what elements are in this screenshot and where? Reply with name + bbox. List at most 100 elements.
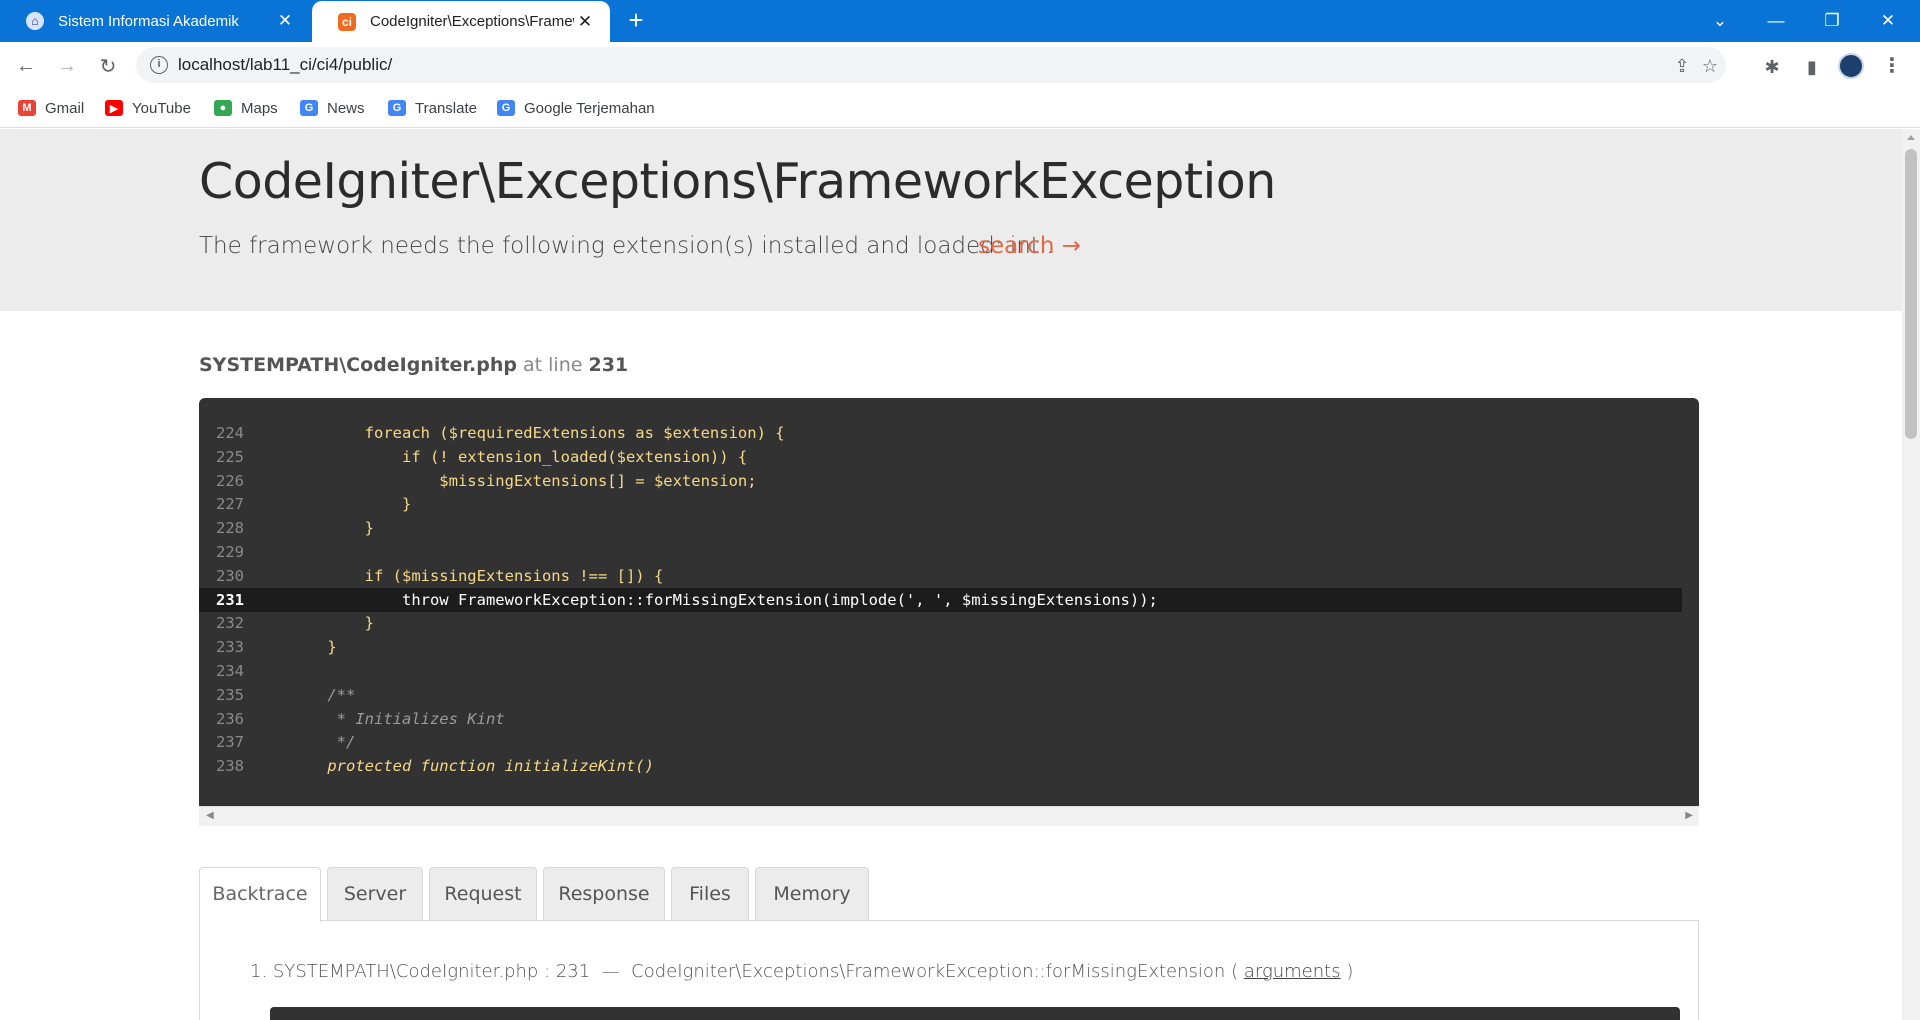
bookmark-label: YouTube [132,99,191,117]
backtrace-item: 1. SYSTEMPATH\CodeIgniter.php : 231 — Co… [250,961,1353,982]
line-number: 232 [216,614,244,633]
scroll-up-icon[interactable] [1907,135,1915,140]
trace-function: CodeIgniter\Exceptions\FrameworkExceptio… [631,961,1226,982]
bookmark-gmail[interactable]: M Gmail [18,96,84,120]
code-text: } [290,495,412,514]
code-text: } [290,638,337,657]
code-line: 230 if ($missingExtensions !== []) { [199,564,1682,588]
bookmark-translate[interactable]: G Translate [388,96,477,120]
translate-icon: G [388,100,406,116]
line-number: 233 [216,638,244,657]
maps-icon: ● [214,100,232,116]
code-text: /** [290,685,356,704]
close-tab-icon[interactable]: ✕ [574,11,596,33]
source-location: SYSTEMPATH\CodeIgniter.php at line 231 [199,354,628,376]
code-line: 237 */ [199,730,1682,754]
line-number: 231 [216,590,244,609]
window-close-icon[interactable]: ✕ [1860,0,1916,42]
search-link[interactable]: search → [978,233,1081,259]
line-number: 236 [216,709,244,728]
line-number: 238 [216,757,244,776]
codeigniter-icon: ci [338,12,356,31]
share-icon[interactable]: ⇪ [1670,54,1694,78]
line-number: 229 [216,543,244,561]
bookmark-label: Translate [415,99,477,117]
code-line: 235 /** [199,683,1682,707]
address-bar[interactable]: i localhost/lab11_ci/ci4/public/ ⇪ ☆ [136,47,1726,83]
error-message: The framework needs the following extens… [199,233,1054,259]
gmail-icon: M [18,100,36,116]
close-tab-icon[interactable]: ✕ [274,10,296,32]
trace-code-block [270,1007,1680,1020]
university-icon: ⌂ [26,12,44,30]
error-header: CodeIgniter\Exceptions\FrameworkExceptio… [0,129,1902,311]
code-line: 234 [199,659,1682,683]
news-icon: G [300,100,318,116]
bookmark-google-terjemahan[interactable]: G Google Terjemahan [497,96,655,120]
line-number: 224 [216,424,244,442]
trace-close-paren: ) [1346,961,1354,982]
bookmark-label: News [327,99,365,117]
bookmark-news[interactable]: G News [300,96,365,120]
tab-request[interactable]: Request [429,867,537,921]
restore-icon[interactable]: ❐ [1804,0,1860,42]
new-tab-button[interactable]: + [622,7,650,35]
trace-index: 1. [250,961,268,982]
at-line-label: at line [523,354,583,376]
browser-toolbar: ← → ↻ i localhost/lab11_ci/ci4/public/ ⇪… [0,42,1920,88]
code-text: throw FrameworkException::forMissingExte… [290,590,1158,609]
code-text: * Initializes Kint [290,709,505,728]
code-line: 227 } [199,492,1682,516]
bookmark-label: Gmail [45,99,85,117]
browser-tab-siakad[interactable]: ⌂ Sistem Informasi Akademik ✕ [0,0,310,42]
source-code-block: 224 foreach ($requiredExtensions as $ext… [199,398,1699,806]
avatar[interactable] [1838,53,1864,79]
browser-tab-exception[interactable]: ci CodeIgniter\Exceptions\FrameworkExcep… [312,1,610,42]
scroll-left-icon[interactable]: ◀ [206,810,214,821]
line-number: 235 [216,685,244,704]
bookmark-star-icon[interactable]: ☆ [1698,54,1722,78]
code-line: 238 protected function initializeKint() [199,754,1682,778]
scrollbar-thumb[interactable] [1905,149,1917,439]
back-icon[interactable]: ← [10,50,42,82]
line-number: 237 [216,733,244,752]
side-panel-icon[interactable]: ▮ [1800,55,1824,79]
code-line-highlighted: 231 throw FrameworkException::forMissing… [199,587,1682,612]
trace-open-paren: ( [1231,961,1239,982]
code-text: if (! extension_loaded($extension)) { [290,447,748,466]
code-text: */ [290,733,356,752]
source-file: SYSTEMPATH\CodeIgniter.php [199,354,517,376]
scroll-right-icon[interactable]: ▶ [1685,810,1693,821]
tab-backtrace[interactable]: Backtrace [199,867,321,922]
bookmark-label: Maps [241,99,278,117]
code-text: foreach ($requiredExtensions as $extensi… [290,424,785,442]
bookmark-youtube[interactable]: ▶ YouTube [105,96,191,120]
extensions-icon[interactable]: ✱ [1760,55,1784,79]
tab-server[interactable]: Server [327,867,423,921]
page-title: CodeIgniter\Exceptions\FrameworkExceptio… [199,153,1276,210]
trace-file: SYSTEMPATH\CodeIgniter.php : 231 [272,961,591,982]
page-vertical-scrollbar[interactable] [1902,129,1920,1020]
minimize-icon[interactable]: — [1748,0,1804,42]
code-line: 228 } [199,516,1682,540]
bookmark-maps[interactable]: ● Maps [214,96,278,120]
reload-icon[interactable]: ↻ [92,50,124,82]
line-number: 226 [216,471,244,490]
arguments-link[interactable]: arguments [1244,961,1341,982]
tab-files[interactable]: Files [671,867,749,921]
url-text[interactable]: localhost/lab11_ci/ci4/public/ [178,55,392,75]
menu-kebab-icon[interactable]: ⋮ [1882,55,1902,79]
forward-icon[interactable]: → [51,50,83,82]
code-line: 233 } [199,635,1682,659]
code-line: 232 } [199,611,1682,635]
code-horizontal-scrollbar[interactable]: ◀ ▶ [199,806,1699,826]
bookmark-label: Google Terjemahan [524,99,655,117]
tab-memory[interactable]: Memory [755,867,869,921]
tab-response[interactable]: Response [543,867,665,921]
line-number: 227 [216,495,244,514]
bookmarks-bar: M Gmail ▶ YouTube ● Maps G News G Transl… [0,88,1920,128]
tab-search-icon[interactable]: ⌄ [1692,0,1748,42]
site-info-icon[interactable]: i [150,56,168,74]
code-line: 229 [199,540,1682,564]
code-text: } [290,614,374,633]
